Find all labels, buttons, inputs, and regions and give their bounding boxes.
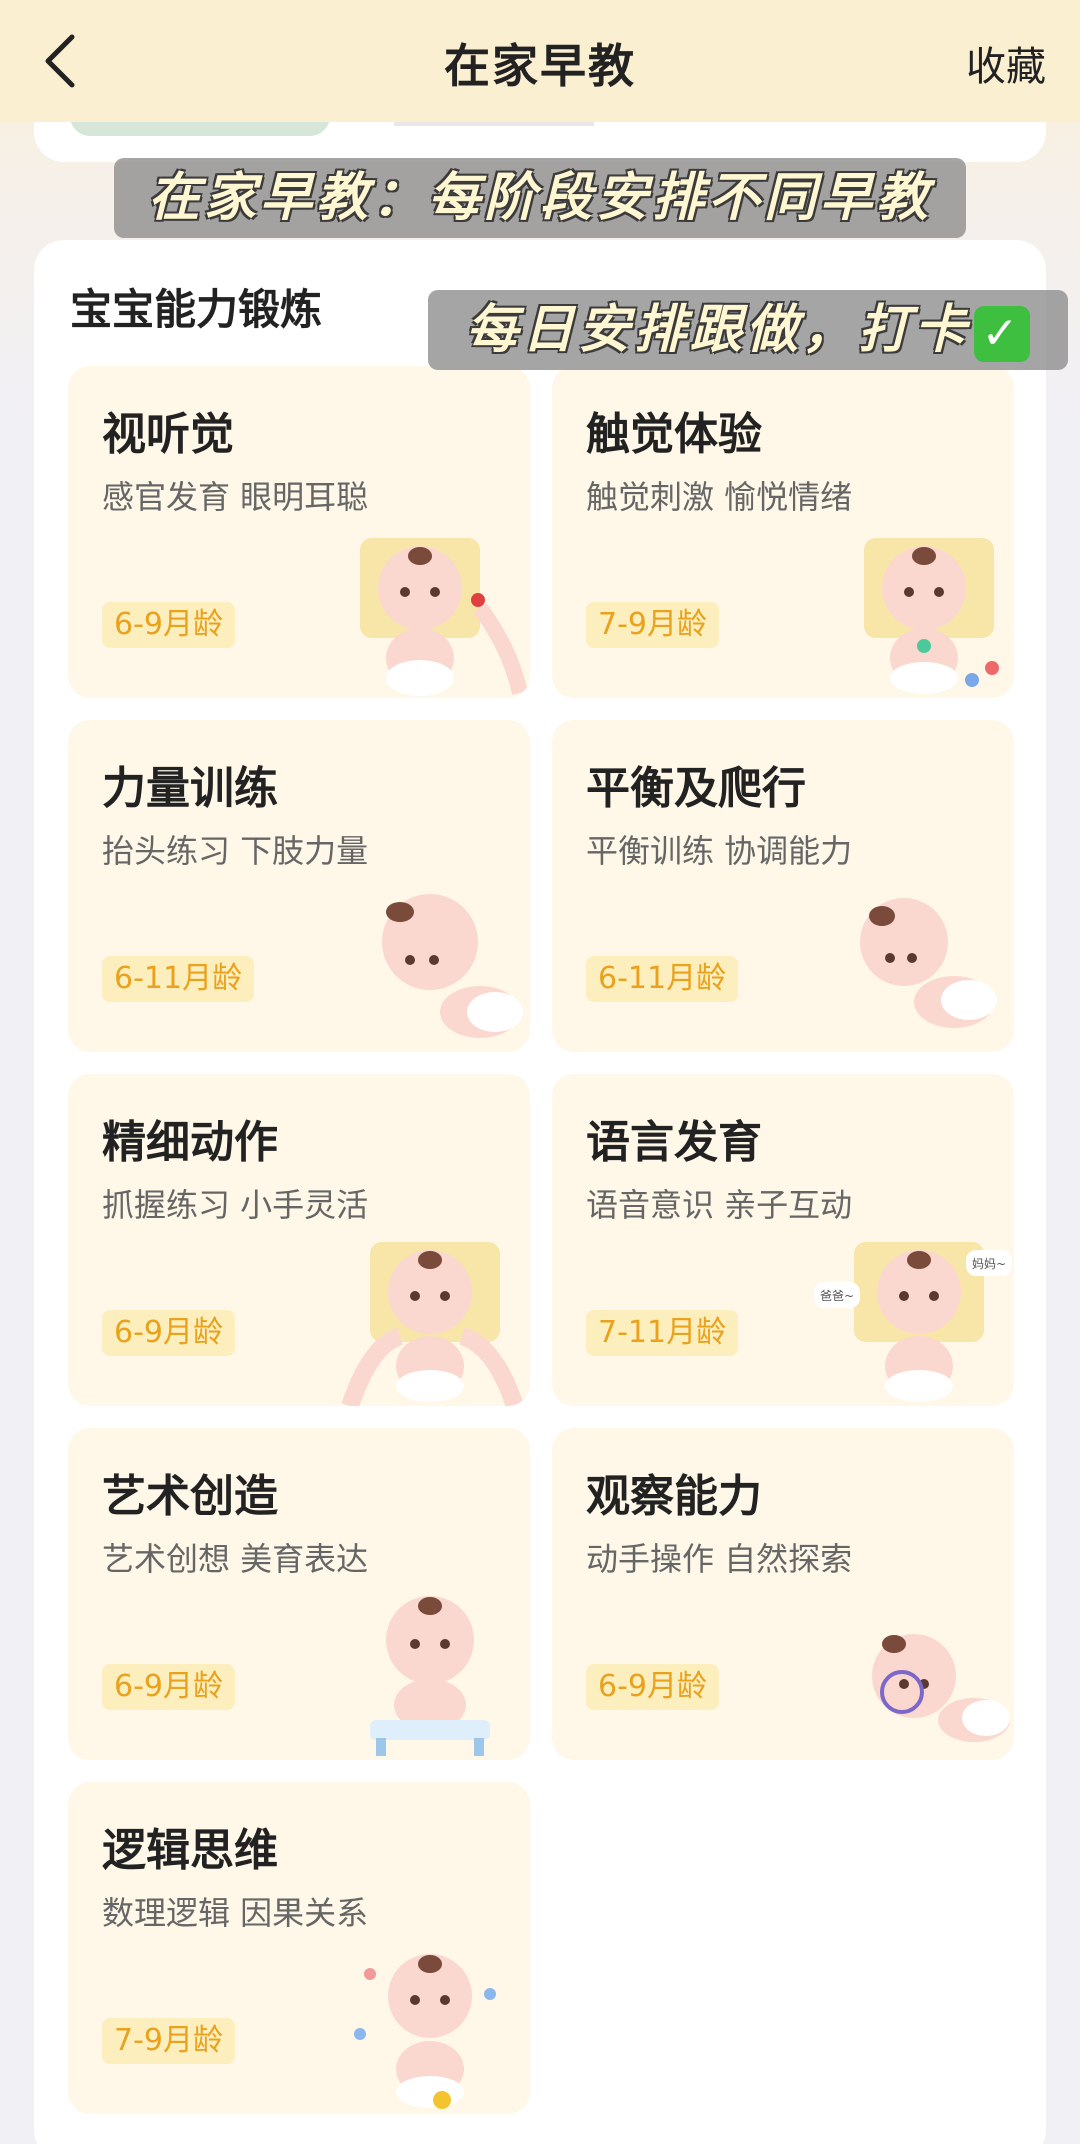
tile-title: 力量训练: [102, 763, 278, 814]
age-badge: 6-11月龄: [586, 956, 739, 1002]
check-mark-icon: ✓: [974, 305, 1030, 362]
tile-description: 抓握练习 小手灵活: [102, 1186, 369, 1224]
tile-description: 平衡训练 协调能力: [586, 832, 853, 870]
baby-crawling-illustration: [860, 898, 997, 1028]
tile-title: 艺术创造: [102, 1471, 278, 1522]
tile-description: 抬头练习 下肢力量: [102, 832, 369, 870]
ability-training-card: 宝宝能力锻炼 视听觉 感官发育 眼明耳聪 6-9月龄 触觉体验 触觉刺激 愉悦情…: [34, 240, 1046, 2144]
tile-title: 视听觉: [102, 409, 234, 460]
tile-title: 平衡及爬行: [586, 763, 806, 814]
age-badge: 7-11月龄: [586, 1310, 739, 1356]
tile-description: 触觉刺激 愉悦情绪: [586, 478, 853, 516]
tile-title: 触觉体验: [586, 409, 762, 460]
overlay-caption-top: 在家早教：每阶段安排不同早教: [114, 158, 966, 238]
overlay-caption-text: 每日安排跟做，打卡: [465, 299, 970, 360]
age-badge: 6-9月龄: [102, 1310, 235, 1356]
page-title: 在家早教: [444, 39, 636, 93]
baby-talking-illustration: 爸爸~ 妈妈~: [814, 1242, 1012, 1402]
top-nav-bar: 在家早教 收藏: [0, 0, 1080, 122]
tile-language[interactable]: 语言发育 语音意识 亲子互动 7-11月龄 爸爸~ 妈妈~: [552, 1074, 1014, 1406]
tile-description: 语音意识 亲子互动: [586, 1186, 853, 1224]
tile-description: 动手操作 自然探索: [586, 1540, 853, 1578]
baby-tactile-illustration: [864, 538, 999, 694]
tile-fine-motor[interactable]: 精细动作 抓握练习 小手灵活 6-9月龄: [68, 1074, 530, 1406]
age-badge: 6-9月龄: [102, 602, 235, 648]
overlay-caption-checkin: 每日安排跟做，打卡 ✓: [428, 290, 1068, 370]
tile-tactile[interactable]: 触觉体验 触觉刺激 愉悦情绪 7-9月龄: [552, 366, 1014, 698]
tile-description: 数理逻辑 因果关系: [102, 1894, 369, 1932]
tile-audio-visual[interactable]: 视听觉 感官发育 眼明耳聪 6-9月龄: [68, 366, 530, 698]
baby-tummy-time-illustration: [382, 894, 523, 1038]
tile-balance-crawl[interactable]: 平衡及爬行 平衡训练 协调能力 6-11月龄: [552, 720, 1014, 1052]
tile-title: 观察能力: [586, 1471, 762, 1522]
tile-title: 精细动作: [102, 1117, 278, 1168]
section-title: 宝宝能力锻炼: [70, 285, 323, 334]
age-badge: 7-9月龄: [102, 2018, 235, 2064]
tile-title: 逻辑思维: [102, 1825, 278, 1876]
baby-numbers-illustration: [354, 1954, 496, 2109]
baby-grasping-illustration: [341, 1242, 524, 1406]
tile-title: 语言发育: [586, 1117, 762, 1168]
tile-art-creation[interactable]: 艺术创造 艺术创想 美育表达 6-9月龄: [68, 1428, 530, 1760]
baby-drawing-illustration: [370, 1596, 490, 1756]
baby-listening-illustration: [360, 538, 528, 696]
tile-description: 艺术创想 美育表达: [102, 1540, 369, 1578]
age-badge: 6-9月龄: [586, 1664, 719, 1710]
favorite-button[interactable]: 收藏: [966, 34, 1046, 92]
baby-magnifier-illustration: [872, 1634, 1010, 1742]
age-badge: 6-11月龄: [102, 956, 255, 1002]
tile-observation[interactable]: 观察能力 动手操作 自然探索 6-9月龄: [552, 1428, 1014, 1760]
tile-strength[interactable]: 力量训练 抬头练习 下肢力量 6-11月龄: [68, 720, 530, 1052]
tile-description: 感官发育 眼明耳聪: [102, 478, 369, 516]
tile-logic-thinking[interactable]: 逻辑思维 数理逻辑 因果关系 7-9月龄: [68, 1782, 530, 2114]
speech-bubble-dad: 爸爸~: [820, 1289, 854, 1303]
speech-bubble-mom: 妈妈~: [972, 1257, 1006, 1271]
age-badge: 7-9月龄: [586, 602, 719, 648]
age-badge: 6-9月龄: [102, 1664, 235, 1710]
